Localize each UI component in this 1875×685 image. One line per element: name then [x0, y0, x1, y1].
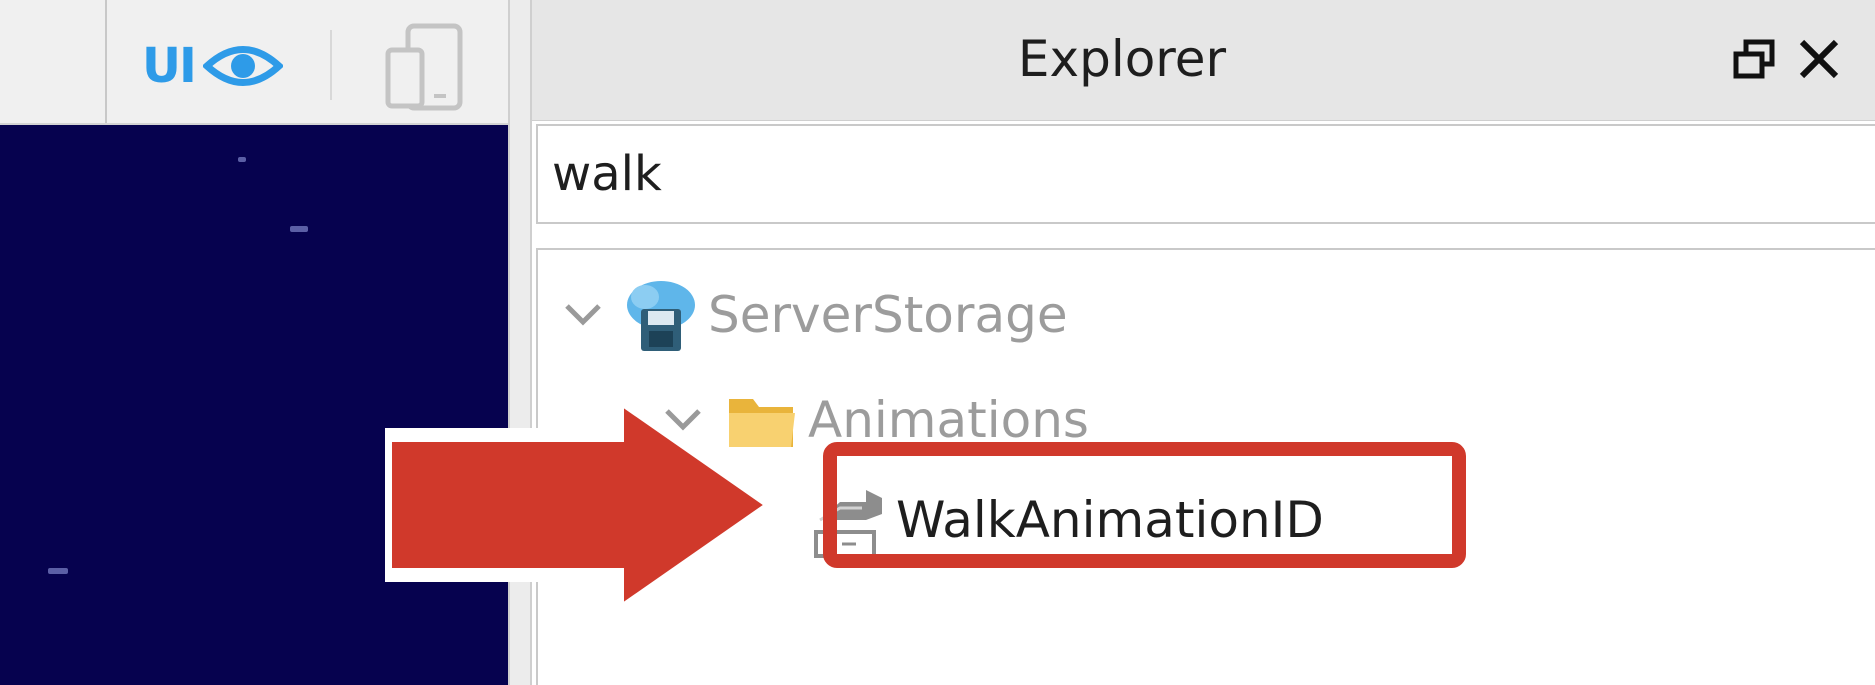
device-emulator-icon[interactable] — [380, 22, 470, 112]
server-storage-icon — [613, 275, 708, 355]
explorer-search-input[interactable] — [538, 126, 1875, 222]
star-sparkle — [290, 226, 308, 232]
star-sparkle — [48, 568, 68, 574]
explorer-title: Explorer — [1017, 30, 1227, 88]
explorer-header: Explorer — [532, 0, 1875, 121]
toolbar-divider — [105, 0, 107, 123]
restore-window-icon[interactable] — [1730, 36, 1778, 84]
tree-item-label: ServerStorage — [708, 286, 1068, 344]
tree-item-serverstorage[interactable]: ServerStorage — [553, 270, 1068, 360]
highlight-frame — [823, 442, 1466, 568]
ui-toggle-label: UI — [142, 38, 197, 94]
ui-visibility-toggle[interactable]: UI — [142, 34, 302, 98]
tree-item-label: Animations — [808, 391, 1089, 449]
chevron-down-icon[interactable] — [553, 290, 613, 340]
eye-icon — [202, 46, 283, 86]
explorer-search-box — [536, 124, 1875, 224]
star-sparkle — [238, 157, 246, 162]
arrow-right-icon — [385, 395, 775, 625]
viewport-toolbar: UI — [0, 0, 508, 125]
close-icon[interactable] — [1794, 34, 1844, 84]
toolbar-divider — [330, 30, 332, 100]
